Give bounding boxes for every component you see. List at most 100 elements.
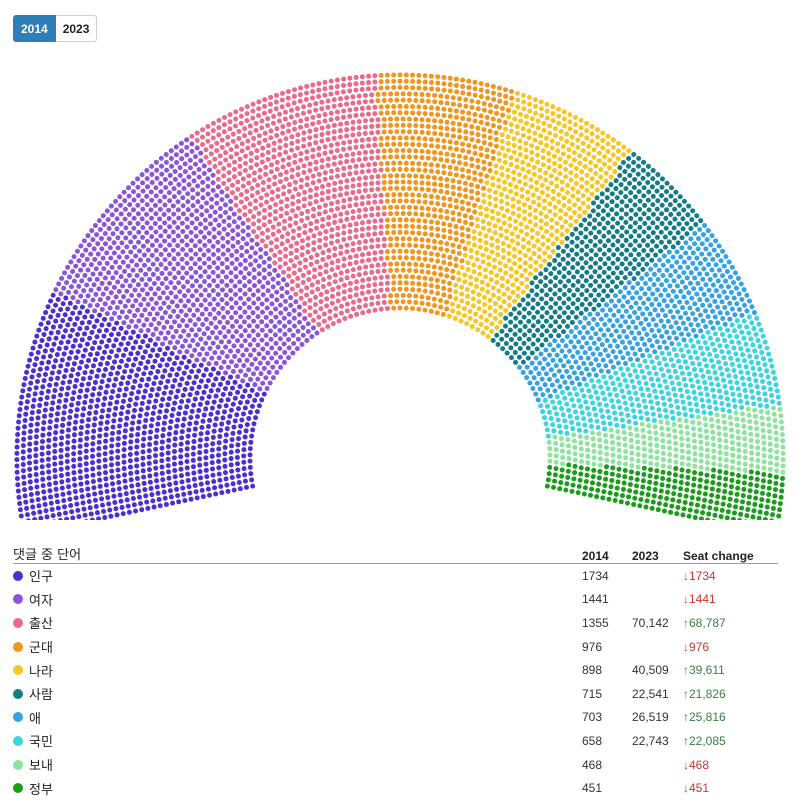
seat-dot (60, 334, 66, 340)
seat-dot (623, 308, 629, 314)
seat-dot (679, 235, 685, 241)
seat-dot (87, 351, 93, 357)
seat-dot (217, 213, 223, 219)
seat-dot (254, 234, 260, 240)
seat-dot (189, 148, 195, 154)
seat-dot (187, 157, 193, 163)
seat-dot (193, 233, 199, 239)
seat-dot (697, 260, 703, 266)
seat-dot (470, 303, 476, 309)
seat-dot (502, 179, 508, 185)
seat-dot (635, 270, 641, 276)
seat-dot (540, 409, 546, 415)
seat-dot (645, 234, 651, 240)
seat-dot (615, 156, 621, 162)
seat-dot (67, 316, 73, 322)
seat-dot (713, 238, 719, 244)
seat-dot (465, 233, 471, 239)
seat-dot (422, 224, 428, 230)
seat-dot (131, 189, 136, 195)
seat-dot (375, 155, 381, 161)
seat-dot (191, 476, 197, 482)
year-2014-button[interactable]: 2014 (13, 15, 56, 42)
seat-dot (460, 115, 466, 121)
seat-dot (256, 218, 262, 224)
seat-dot (216, 222, 222, 228)
seat-dot (216, 440, 222, 446)
seat-dot (299, 217, 305, 223)
seat-dot (431, 175, 437, 181)
seat-dot (604, 187, 610, 193)
year-2023-button[interactable]: 2023 (55, 15, 98, 42)
seat-dot (391, 274, 397, 280)
seat-dot (117, 194, 123, 200)
seat-dot (208, 143, 214, 149)
seat-dot (86, 498, 92, 504)
seat-dot (180, 265, 186, 271)
seat-dot (391, 229, 397, 235)
seat-dot (465, 240, 471, 246)
seat-dot (724, 269, 730, 275)
seat-dot (178, 334, 184, 340)
seat-dot (242, 434, 248, 440)
seat-dot (215, 247, 221, 253)
seat-dot (513, 359, 519, 365)
seat-dot (110, 487, 116, 493)
seat-dot (222, 463, 228, 469)
seat-dot (678, 347, 684, 353)
seat-dot (151, 381, 157, 387)
seat-dot (397, 305, 403, 311)
seat-dot (289, 134, 295, 140)
seat-dot (632, 368, 638, 374)
seat-dot (570, 256, 576, 262)
seat-dot (154, 167, 160, 173)
seat-dot (610, 349, 616, 355)
seat-dot (640, 311, 646, 317)
seat-dot (213, 491, 219, 497)
seat-dot (413, 97, 419, 103)
seat-dot (166, 215, 172, 221)
seat-dot (453, 237, 459, 243)
seat-dot (359, 112, 365, 118)
seat-dot (505, 174, 511, 180)
seat-dot (356, 93, 362, 99)
seat-dot (511, 246, 517, 252)
seat-dot (591, 340, 597, 346)
seat-dot (166, 190, 172, 196)
seat-dot (513, 225, 519, 231)
seat-dot (450, 301, 456, 307)
seat-dot (94, 318, 100, 324)
seat-dot (197, 462, 203, 468)
seat-dot (521, 202, 527, 208)
seat-dot (197, 265, 203, 271)
seat-dot (51, 364, 57, 370)
seat-dot (58, 454, 64, 460)
seat-dot (653, 322, 659, 328)
seat-dot (180, 195, 186, 201)
seat-dot (162, 176, 168, 182)
seat-dot (110, 299, 116, 305)
seat-dot (356, 176, 362, 182)
seat-dot (162, 310, 168, 316)
seat-dot (513, 341, 519, 347)
seat-dot (117, 423, 123, 429)
seat-dot (601, 374, 607, 380)
seat-dot (618, 280, 624, 286)
seat-dot (394, 116, 400, 122)
seat-dot (226, 177, 232, 183)
seat-dot (663, 215, 669, 221)
seat-dot (552, 283, 558, 289)
seat-dot (670, 254, 676, 260)
seat-dot (203, 406, 209, 412)
seat-dot (251, 318, 257, 324)
seat-dot (71, 476, 77, 482)
seat-dot (249, 403, 255, 409)
seat-dot (138, 328, 144, 334)
seat-dot (331, 155, 337, 161)
seat-dot (230, 430, 236, 436)
seat-dot (243, 347, 249, 353)
seat-dot (302, 264, 308, 270)
seat-dot (241, 301, 247, 307)
seat-dot (764, 345, 770, 351)
seat-dot (232, 395, 238, 401)
